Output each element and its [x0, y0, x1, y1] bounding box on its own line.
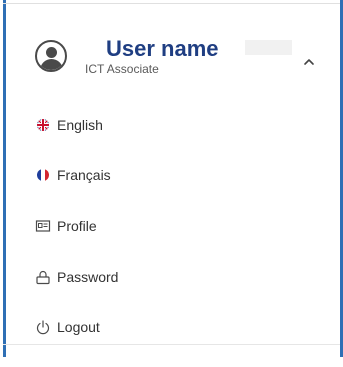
- chevron-up-icon[interactable]: [301, 54, 317, 70]
- menu-item-label: Profile: [57, 218, 97, 234]
- bottom-divider: [3, 344, 340, 345]
- menu-item-english[interactable]: English: [35, 113, 295, 137]
- username-highlight: [245, 40, 292, 55]
- power-icon: [36, 320, 50, 335]
- user-role: ICT Associate: [85, 62, 159, 76]
- menu-item-password[interactable]: Password: [35, 265, 295, 289]
- menu-item-logout[interactable]: Logout: [35, 315, 295, 339]
- france-flag-icon: [37, 169, 49, 181]
- menu-item-label: Password: [57, 269, 119, 285]
- id-card-icon: [35, 220, 51, 232]
- menu-item-label: Français: [57, 167, 111, 183]
- lock-icon: [36, 270, 50, 285]
- uk-flag-icon: [37, 119, 49, 131]
- menu-item-profile[interactable]: Profile: [35, 214, 295, 238]
- menu-item-label: Logout: [57, 319, 100, 335]
- user-header[interactable]: User name ICT Associate: [35, 36, 325, 90]
- menu-item-label: English: [57, 117, 103, 133]
- avatar-icon: [35, 40, 67, 72]
- menu-item-francais[interactable]: Français: [35, 163, 295, 187]
- top-divider: [3, 3, 340, 4]
- user-name: User name: [106, 36, 223, 62]
